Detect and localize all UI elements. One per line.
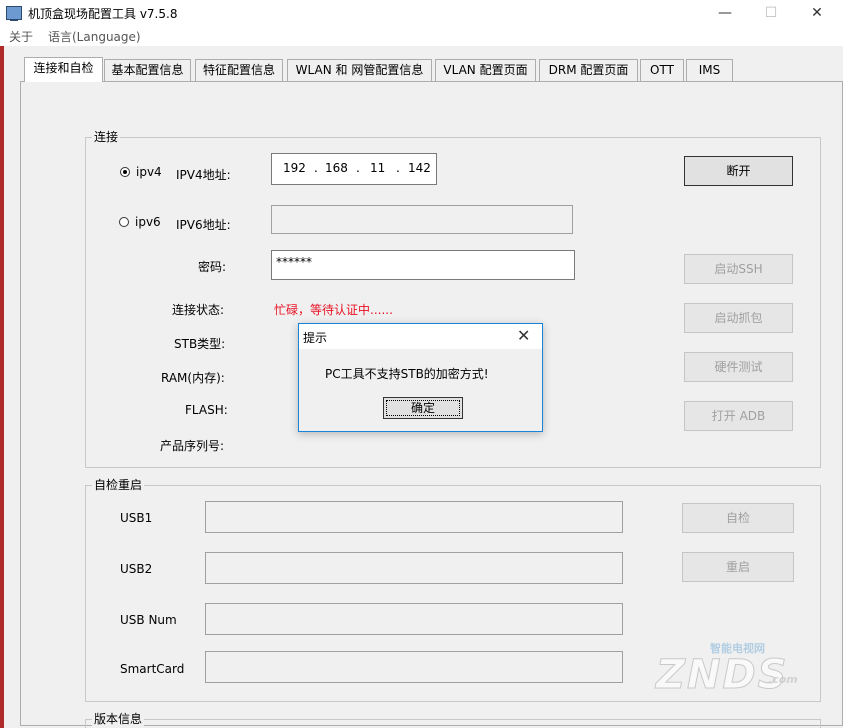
selfcheck-group-title: 自检重启 [92, 478, 145, 492]
ram-label: RAM(内存): [161, 371, 225, 385]
tab-wlan-netmgmt[interactable]: WLAN 和 网管配置信息 [287, 59, 432, 81]
version-group: 版本信息 [85, 712, 821, 728]
ipv4-address-label: IPV4地址: [176, 168, 231, 182]
disconnect-button[interactable]: 断开 [684, 156, 793, 186]
usb-num-field [205, 603, 623, 635]
alert-dialog: 提示 ✕ PC工具不支持STB的加密方式! 确定 [298, 323, 543, 432]
connect-group-title: 连接 [92, 130, 121, 144]
status-value: 忙碌，等待认证中...... [274, 303, 393, 317]
tab-connect-selfcheck[interactable]: 连接和自检 [24, 57, 103, 82]
password-label: 密码: [198, 260, 227, 274]
znds-watermark: 智能电视网 ZNDS .com [640, 628, 840, 699]
tab-basic-config[interactable]: 基本配置信息 [104, 59, 191, 81]
usb1-label: USB1 [120, 511, 153, 525]
ipv4-label: ipv4 [136, 165, 162, 179]
stb-type-label: STB类型: [174, 337, 226, 351]
ipv6-radio[interactable] [119, 217, 129, 227]
watermark-suffix: .com [768, 673, 798, 686]
ipv4-octet-3[interactable]: 11 [370, 161, 385, 175]
password-field[interactable]: ****** [271, 250, 575, 280]
ipv4-dot: . [314, 161, 318, 175]
usb2-label: USB2 [120, 562, 153, 576]
tab-drm-config[interactable]: DRM 配置页面 [539, 59, 638, 81]
ipv6-label: ipv6 [135, 215, 161, 229]
status-label: 连接状态: [172, 303, 225, 317]
hardware-test-button: 硬件测试 [684, 352, 793, 382]
window-edge-strip [0, 46, 4, 728]
start-capture-button: 启动抓包 [684, 303, 793, 333]
ipv4-octet-1[interactable]: 192 [283, 161, 306, 175]
ipv4-octet-4[interactable]: 142 [408, 161, 431, 175]
dialog-close-icon[interactable]: ✕ [517, 326, 530, 345]
menu-about[interactable]: 关于 [9, 28, 33, 45]
dialog-message: PC工具不支持STB的加密方式! [325, 367, 489, 381]
smartcard-field [205, 651, 623, 683]
selfcheck-button: 自检 [682, 503, 794, 533]
dialog-title: 提示 [303, 331, 328, 345]
version-group-title: 版本信息 [92, 712, 145, 726]
ipv4-dot: . [396, 161, 400, 175]
tab-vlan-config[interactable]: VLAN 配置页面 [435, 59, 536, 81]
window-title: 机顶盒现场配置工具 v7.5.8 [28, 7, 178, 21]
menu-bar: 关于 语言(Language) [0, 26, 843, 46]
serial-label: 产品序列号: [160, 439, 225, 453]
open-adb-button: 打开 ADB [684, 401, 793, 431]
menu-language[interactable]: 语言(Language) [48, 28, 141, 45]
usb1-field [205, 501, 623, 533]
ipv6-address-field [271, 205, 573, 234]
start-ssh-button: 启动SSH [684, 254, 793, 284]
window-titlebar: 机顶盒现场配置工具 v7.5.8 — ☐ ✕ [0, 0, 843, 26]
ipv4-octet-2[interactable]: 168 [325, 161, 348, 175]
tab-feature-config[interactable]: 特征配置信息 [195, 59, 283, 81]
minimize-button[interactable]: — [702, 0, 748, 26]
ipv6-address-label: IPV6地址: [176, 218, 231, 232]
close-button[interactable]: ✕ [794, 0, 840, 26]
app-icon [6, 6, 22, 21]
dialog-ok-button[interactable]: 确定 [383, 397, 463, 419]
flash-label: FLASH: [185, 403, 228, 417]
tab-ott[interactable]: OTT [640, 59, 684, 81]
password-value: ****** [276, 255, 312, 269]
usb2-field [205, 552, 623, 584]
reboot-button: 重启 [682, 552, 794, 582]
smartcard-label: SmartCard [120, 662, 185, 676]
usb-num-label: USB Num [120, 613, 177, 627]
tab-ims[interactable]: IMS [686, 59, 733, 81]
dialog-titlebar: 提示 ✕ [299, 324, 542, 349]
ipv4-address-field[interactable]: 192 . 168 . 11 . 142 [271, 153, 437, 185]
ipv4-radio[interactable] [120, 167, 130, 177]
maximize-button: ☐ [764, 5, 778, 21]
ipv4-dot: . [356, 161, 360, 175]
